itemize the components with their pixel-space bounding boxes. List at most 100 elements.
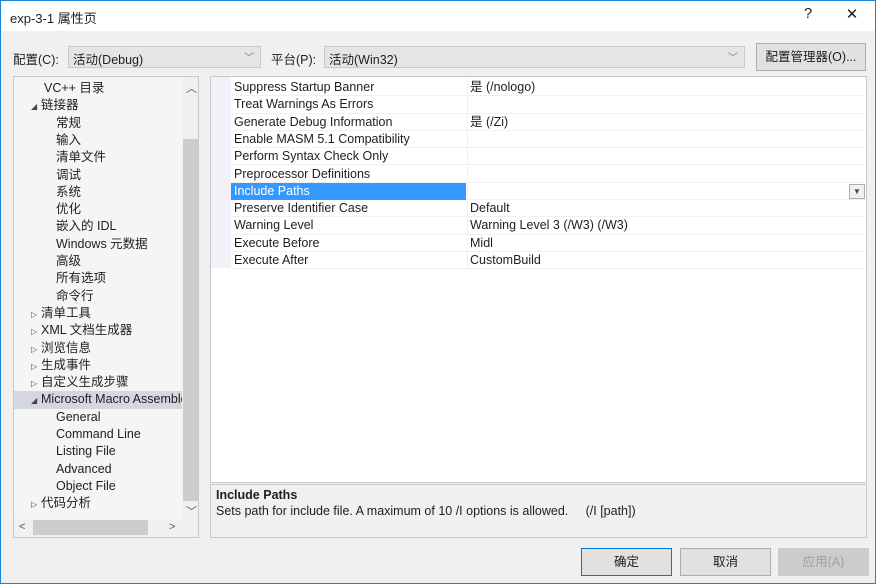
tree-item[interactable]: 调试 xyxy=(14,167,182,184)
tree-item[interactable]: 高级 xyxy=(14,253,182,270)
property-row[interactable]: Perform Syntax Check Only xyxy=(231,148,866,166)
tree-item-label: 链接器 xyxy=(41,98,79,113)
tree-item-label: 浏览信息 xyxy=(41,340,92,355)
property-row[interactable]: Warning Level Warning Level 3 (/W3) (/W3) xyxy=(231,217,866,235)
platform-dropdown[interactable]: 活动(Win32) ﹀ xyxy=(324,46,745,68)
tree-item[interactable]: General xyxy=(14,409,182,426)
property-value[interactable] xyxy=(467,96,866,114)
tree-item[interactable]: Object File xyxy=(14,478,182,495)
property-value[interactable]: Default xyxy=(467,200,866,218)
tree-item-label: 清单工具 xyxy=(41,305,92,320)
property-value[interactable]: Warning Level 3 (/W3) (/W3) xyxy=(467,217,866,235)
tree-item-label: 优化 xyxy=(56,202,82,217)
config-value: 活动(Debug) xyxy=(73,53,144,67)
tree-horizontal-scrollbar[interactable]: < > xyxy=(14,519,198,537)
property-value[interactable] xyxy=(467,148,866,166)
property-value[interactable]: Midl xyxy=(467,234,866,252)
scroll-left-icon[interactable]: < xyxy=(19,521,25,533)
expand-icon[interactable]: ▷ xyxy=(31,358,41,374)
scroll-thumb[interactable] xyxy=(33,520,148,535)
tree-item-label: 自定义生成步骤 xyxy=(41,375,129,390)
tree-item-label: 调试 xyxy=(56,167,82,182)
collapse-icon[interactable]: ◢ xyxy=(31,98,41,114)
tree-item[interactable]: 嵌入的 IDL xyxy=(14,218,182,235)
expand-icon[interactable]: ▷ xyxy=(31,306,41,322)
property-row[interactable]: Preserve Identifier Case Default xyxy=(231,200,866,218)
expand-icon[interactable]: ▷ xyxy=(31,496,41,512)
chevron-down-icon: ﹀ xyxy=(728,53,738,64)
property-row[interactable]: Generate Debug Information 是 (/Zi) xyxy=(231,113,866,131)
tree-vertical-scrollbar[interactable]: ︿ ﹀ xyxy=(182,77,198,519)
cancel-button[interactable]: 取消 xyxy=(680,548,771,576)
tree-item[interactable]: ▷ 代码分析 xyxy=(14,495,182,512)
tree-item-label: VC++ 目录 xyxy=(44,81,105,95)
property-value[interactable]: 是 (/Zi) xyxy=(467,113,866,131)
tree-item[interactable]: 输入 xyxy=(14,132,182,149)
grid-gutter xyxy=(211,77,231,268)
property-value[interactable] xyxy=(467,182,866,200)
close-button[interactable]: ✕ xyxy=(837,5,867,23)
property-row[interactable]: Execute After CustomBuild xyxy=(231,252,866,270)
apply-button[interactable]: 应用(A) xyxy=(778,548,869,576)
window-title: exp-3-1 属性页 xyxy=(10,11,97,26)
tree-item[interactable]: 系统 xyxy=(14,184,182,201)
tree-item[interactable]: ▷ 生成事件 xyxy=(14,357,182,374)
tree-item-label: 系统 xyxy=(56,184,82,199)
scroll-thumb[interactable] xyxy=(183,139,198,501)
expand-icon[interactable]: ▷ xyxy=(31,375,41,391)
property-name: Generate Debug Information xyxy=(234,114,393,129)
property-row[interactable]: Treat Warnings As Errors xyxy=(231,96,866,114)
tree-item[interactable]: Advanced xyxy=(14,461,182,478)
property-value[interactable] xyxy=(467,130,866,148)
tree-item[interactable]: 优化 xyxy=(14,201,182,218)
property-name: Warning Level xyxy=(234,218,314,233)
tree-item[interactable]: ◢ Microsoft Macro Assembler xyxy=(14,391,182,409)
tree-item-label: 嵌入的 IDL xyxy=(56,219,117,234)
collapse-icon[interactable]: ◢ xyxy=(31,392,41,408)
dialog-window: exp-3-1 属性页 ? ✕ 配置(C): 活动(Debug) ﹀ 平台(P):… xyxy=(0,0,876,584)
property-value[interactable] xyxy=(467,165,866,183)
tree-item[interactable]: ◢ 链接器 xyxy=(14,97,182,114)
property-name: Perform Syntax Check Only xyxy=(234,149,389,164)
tree-item[interactable]: Command Line xyxy=(14,426,182,443)
tree-item[interactable]: Windows 元数据 xyxy=(14,236,182,253)
ok-button[interactable]: 确定 xyxy=(581,548,672,576)
platform-value: 活动(Win32) xyxy=(329,53,398,67)
tree-item[interactable]: Listing File xyxy=(14,443,182,460)
scroll-down-icon[interactable]: ﹀ xyxy=(186,503,197,519)
tree-item[interactable]: ▷ 浏览信息 xyxy=(14,340,182,357)
property-value[interactable]: 是 (/nologo) xyxy=(467,79,866,96)
property-name: Preprocessor Definitions xyxy=(234,166,371,181)
tree-item-label: Object File xyxy=(56,478,116,493)
tree-item[interactable]: VC++ 目录 xyxy=(14,80,182,97)
property-row[interactable]: Preprocessor Definitions xyxy=(231,165,866,183)
property-row[interactable]: Execute Before Midl xyxy=(231,234,866,252)
property-row[interactable]: Include Paths ▼ xyxy=(231,182,866,201)
property-row[interactable]: Enable MASM 5.1 Compatibility xyxy=(231,130,866,149)
tree-item-label: Listing File xyxy=(56,444,116,459)
tree-item[interactable]: 命令行 xyxy=(14,288,182,305)
scroll-right-icon[interactable]: > xyxy=(169,521,175,533)
chevron-down-icon[interactable]: ▼ xyxy=(849,183,865,199)
chevron-down-icon: ﹀ xyxy=(244,53,254,64)
tree-item[interactable]: ▷ 自定义生成步骤 xyxy=(14,374,182,391)
tree-item-label: 生成事件 xyxy=(41,357,92,372)
scroll-up-icon[interactable]: ︿ xyxy=(186,80,197,96)
tree-item[interactable]: 所有选项 xyxy=(14,270,182,287)
tree-item-label: 常规 xyxy=(56,115,82,130)
tree-item[interactable]: ▷ XML 文档生成器 xyxy=(14,322,182,339)
description-title: Include Paths xyxy=(216,488,298,502)
property-value[interactable]: CustomBuild xyxy=(467,252,866,269)
help-button[interactable]: ? xyxy=(793,5,823,22)
expand-icon[interactable]: ▷ xyxy=(31,323,41,339)
property-name: Suppress Startup Banner xyxy=(234,80,375,94)
tree-item[interactable]: ▷ 清单工具 xyxy=(14,305,182,322)
tree-item-label: Microsoft Macro Assembler xyxy=(41,392,182,407)
tree-item[interactable]: 清单文件 xyxy=(14,149,182,166)
config-dropdown[interactable]: 活动(Debug) ﹀ xyxy=(68,46,261,68)
config-manager-button[interactable]: 配置管理器(O)... xyxy=(756,43,866,71)
tree-item[interactable]: 常规 xyxy=(14,115,182,132)
expand-icon[interactable]: ▷ xyxy=(31,341,41,357)
category-tree: VC++ 目录 ◢ 链接器 常规 输入 清单文件 调试 系统 优化 嵌入的 IDL Windows … xyxy=(13,76,199,538)
property-row[interactable]: Suppress Startup Banner 是 (/nologo) xyxy=(231,79,866,97)
